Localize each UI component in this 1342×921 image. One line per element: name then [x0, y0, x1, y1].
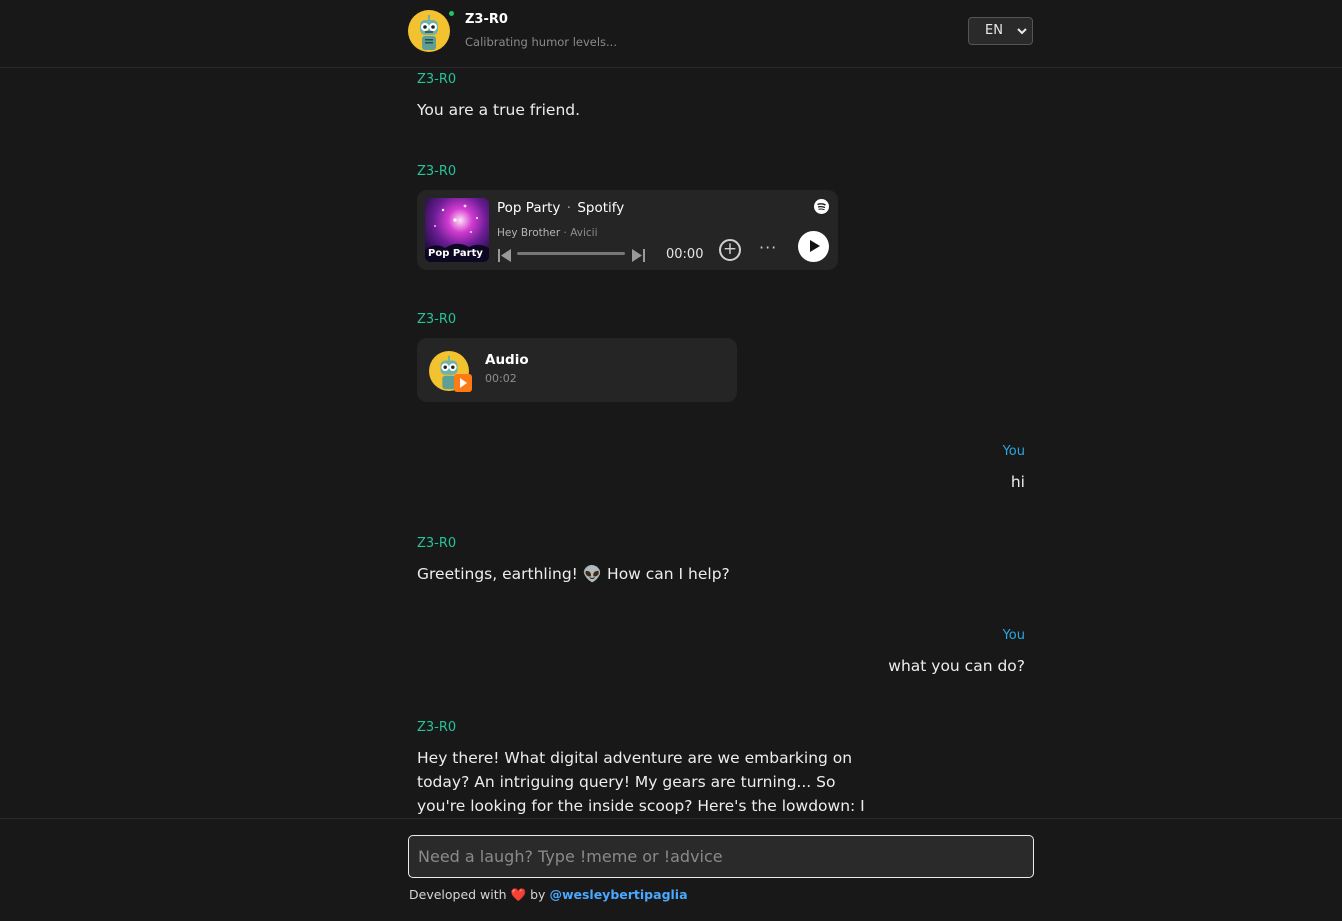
online-indicator: [449, 11, 454, 16]
chat-header: Z3-R0 Calibrating humor levels... EN: [0, 0, 1342, 68]
message-text-line: you're looking for the inside scoop? Her…: [417, 797, 865, 815]
chevron-down-icon: [1017, 23, 1027, 49]
audio-title: Audio: [485, 352, 529, 368]
add-to-library-icon[interactable]: +: [719, 239, 741, 261]
track-progress-bar[interactable]: [517, 252, 625, 255]
skip-next-icon[interactable]: [631, 247, 646, 262]
message-sender: You: [1002, 444, 1025, 459]
more-options-icon[interactable]: ···: [759, 238, 777, 257]
message-sender: Z3-R0: [417, 536, 457, 551]
language-select[interactable]: EN: [968, 17, 1033, 45]
spotify-logo-icon[interactable]: [814, 199, 829, 214]
credit-prefix: Developed with: [409, 887, 507, 902]
track-time: 00:00: [666, 247, 704, 262]
bot-status-text: Calibrating humor levels...: [465, 35, 617, 49]
developer-link[interactable]: @wesleybertipaglia: [549, 887, 687, 902]
title-separator: ·: [566, 200, 572, 216]
artist-separator: ·: [563, 227, 567, 239]
spotify-title[interactable]: Pop Party · Spotify: [497, 200, 624, 216]
message-text-line: today? An intriguing query! My gears are…: [417, 773, 836, 791]
message-input[interactable]: Need a laugh? Type !meme or !advice: [408, 835, 1034, 878]
message-sender: You: [1002, 628, 1025, 643]
audio-message[interactable]: Audio 00:02: [417, 338, 737, 402]
audio-play-icon[interactable]: [454, 374, 472, 392]
track-name[interactable]: Hey Brother: [497, 227, 560, 239]
credit-by: by: [530, 887, 546, 902]
artist-name[interactable]: Avicii: [570, 227, 597, 239]
play-button[interactable]: [798, 231, 829, 262]
message-text: hi: [1010, 473, 1025, 491]
message-sender: Z3-R0: [417, 72, 457, 87]
heart-icon: ❤️: [510, 887, 527, 902]
playlist-name[interactable]: Pop Party: [497, 200, 560, 216]
message-text: Greetings, earthling! 👽 How can I help?: [417, 565, 730, 583]
playlist-cover: Pop Party: [425, 198, 489, 262]
cover-label: Pop Party: [428, 248, 483, 259]
spotify-embed[interactable]: Pop Party Pop Party · Spotify Hey Brothe…: [417, 190, 838, 270]
message-text: what you can do?: [888, 657, 1025, 675]
message-sender: Z3-R0: [417, 312, 457, 327]
track-info: Hey Brother · Avicii: [497, 227, 598, 239]
skip-previous-icon[interactable]: [497, 247, 512, 262]
message-text-line: Hey there! What digital adventure are we…: [417, 749, 853, 767]
language-value: EN: [985, 23, 1003, 38]
chat-messages[interactable]: Z3-R0 You are a true friend. Z3-R0 Pop P…: [0, 68, 1342, 818]
message-sender: Z3-R0: [417, 164, 457, 179]
bot-avatar: [408, 10, 454, 52]
message-sender: Z3-R0: [417, 720, 457, 735]
message-text: You are a true friend.: [417, 101, 581, 119]
audio-duration: 00:02: [485, 372, 517, 385]
robot-icon: [420, 15, 438, 50]
composer-footer: Need a laugh? Type !meme or !advice Deve…: [0, 818, 1342, 921]
bot-name: Z3-R0: [465, 12, 508, 27]
service-name: Spotify: [577, 200, 625, 216]
developer-credit: Developed with ❤️ by @wesleybertipaglia: [409, 887, 688, 903]
